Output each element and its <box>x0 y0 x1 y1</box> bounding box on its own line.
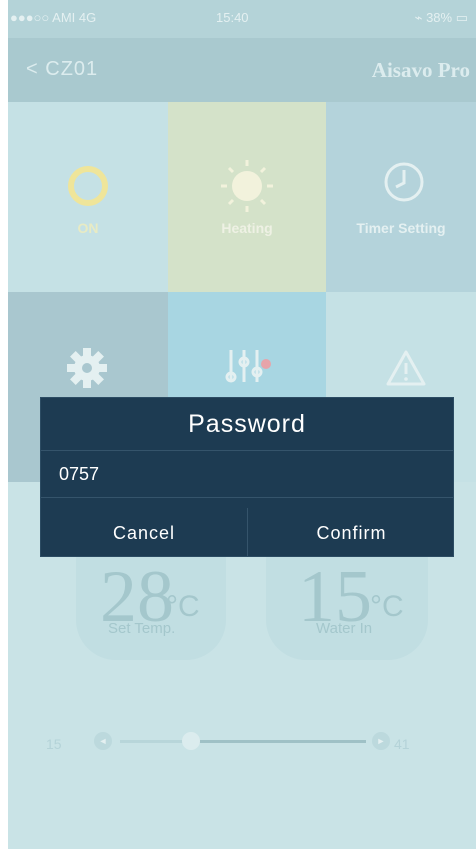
back-button[interactable]: < CZ01 <box>26 58 98 81</box>
set-temp-label: Set Temp. <box>108 620 176 637</box>
dialog-title: Password <box>188 410 306 438</box>
sun-icon <box>221 160 273 212</box>
device-name: CZ01 <box>45 58 99 80</box>
water-in-label: Water In <box>316 620 373 637</box>
slider-decrease-button[interactable]: ◄ <box>94 732 112 750</box>
tile-heating-label: Heating <box>221 220 273 236</box>
temperature-slider[interactable] <box>120 732 366 750</box>
carrier-signal: ●●●○○ AMI 4G <box>10 10 97 25</box>
water-in-unit: °C <box>370 590 404 623</box>
tile-power-label: ON <box>77 220 99 236</box>
set-temp-unit: °C <box>166 590 200 623</box>
slider-increase-button[interactable]: ► <box>372 732 390 750</box>
tile-timer-label: Timer Setting <box>356 220 446 236</box>
tile-power[interactable]: ON <box>8 102 168 292</box>
power-icon <box>68 166 108 206</box>
slider-fill <box>199 740 366 743</box>
battery-status: ⌁ 38% ▭ <box>414 10 468 25</box>
tile-heating[interactable]: Heating <box>168 102 326 292</box>
slider-min-label: 15 <box>46 736 62 752</box>
tile-timer-setting[interactable]: Timer Setting <box>326 102 476 292</box>
slider-thumb[interactable] <box>181 732 200 750</box>
password-input[interactable]: 0757 <box>41 450 453 498</box>
password-dialog: Password 0757 Cancel Confirm <box>40 397 454 557</box>
clock-icon <box>384 162 424 202</box>
status-time: 15:40 <box>216 10 249 25</box>
chevron-left-icon: < <box>26 58 39 80</box>
cancel-button[interactable]: Cancel <box>41 510 247 556</box>
nav-bar: < CZ01 Aisavo Pro <box>8 38 476 102</box>
brand-title: Aisavo Pro <box>371 58 470 82</box>
confirm-button[interactable]: Confirm <box>248 510 455 556</box>
status-bar: ●●●○○ AMI 4G 15:40 ⌁ 38% ▭ <box>8 0 476 38</box>
slider-max-label: 41 <box>394 736 410 752</box>
